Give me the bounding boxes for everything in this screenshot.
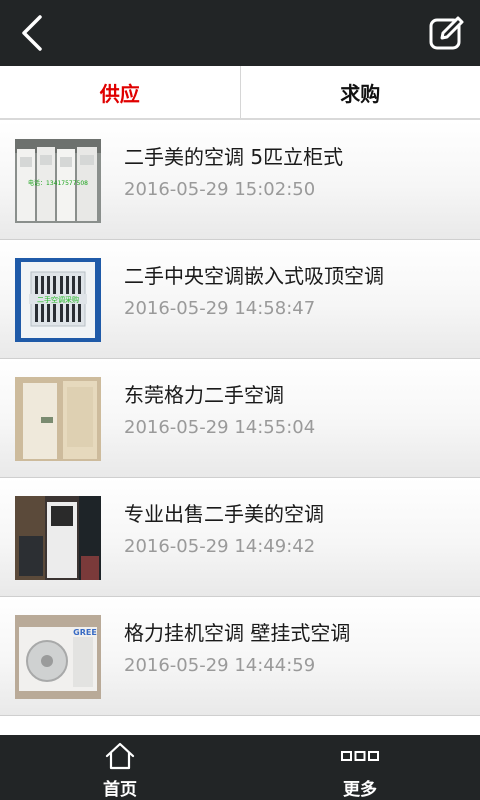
nav-more[interactable]: 更多 (240, 735, 480, 800)
tab-bar: 供应 求购 (0, 66, 480, 120)
chevron-left-icon (22, 15, 42, 51)
item-title[interactable]: 东莞格力二手空调 (124, 379, 284, 408)
list-item[interactable]: 专业出售二手美的空调 2016-05-29 14:49:42 (0, 478, 480, 597)
item-date: 2016-05-29 14:49:42 (124, 536, 316, 557)
edit-icon (429, 16, 464, 50)
back-button[interactable] (10, 10, 56, 56)
item-date: 2016-05-29 14:44:59 (124, 655, 316, 676)
bottom-nav: 首页 更多 (0, 735, 480, 800)
item-thumbnail: GREE (15, 615, 101, 699)
tab-purchase[interactable]: 求购 (239, 66, 480, 118)
more-icon (340, 741, 380, 771)
list-item[interactable]: 二手空调采购 二手中央空调嵌入式吸顶空调 2016-05-29 14:58:47 (0, 240, 480, 359)
list-item[interactable]: GREE 格力挂机空调 壁挂式空调 2016-05-29 14:44:59 (0, 597, 480, 716)
home-icon (104, 741, 136, 771)
item-thumbnail (15, 496, 101, 580)
item-title[interactable]: 二手中央空调嵌入式吸顶空调 (124, 260, 384, 289)
tab-supply[interactable]: 供应 (0, 66, 240, 118)
item-thumbnail: 二手空调采购 (15, 258, 101, 342)
item-date: 2016-05-29 15:02:50 (124, 179, 316, 200)
top-bar (0, 0, 480, 66)
nav-home[interactable]: 首页 (0, 735, 240, 800)
item-thumbnail: 电话：13417577508 (15, 139, 101, 223)
list-item[interactable]: 东莞格力二手空调 2016-05-29 14:55:04 (0, 359, 480, 478)
item-title[interactable]: 格力挂机空调 壁挂式空调 (124, 617, 350, 646)
listing-list: 电话：13417577508 二手美的空调 5匹立柜式 2016-05-29 1… (0, 121, 480, 716)
nav-home-label: 首页 (103, 780, 137, 800)
thumbnail-brand: GREE (73, 628, 97, 637)
thumbnail-watermark: 电话：13417577508 (28, 179, 88, 187)
item-thumbnail (15, 377, 101, 461)
edit-button[interactable] (424, 10, 470, 56)
item-title[interactable]: 二手美的空调 5匹立柜式 (124, 141, 343, 170)
item-date: 2016-05-29 14:55:04 (124, 417, 316, 438)
nav-more-label: 更多 (343, 780, 377, 800)
thumbnail-watermark: 二手空调采购 (37, 295, 79, 304)
item-title[interactable]: 专业出售二手美的空调 (124, 498, 324, 527)
item-date: 2016-05-29 14:58:47 (124, 298, 316, 319)
list-item[interactable]: 电话：13417577508 二手美的空调 5匹立柜式 2016-05-29 1… (0, 121, 480, 240)
